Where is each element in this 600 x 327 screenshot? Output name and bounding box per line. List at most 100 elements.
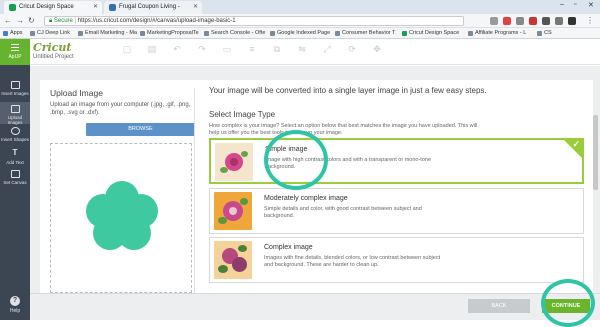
- bookmark-item[interactable]: MarketingProposalTe: [140, 30, 199, 36]
- bookmark-icon: [402, 31, 407, 36]
- align-icon[interactable]: ≡: [245, 44, 259, 58]
- extension-icon[interactable]: [516, 17, 524, 25]
- bookmark-label: MarketingProposalTe: [147, 30, 199, 36]
- bookmark-item[interactable]: CS: [537, 30, 552, 36]
- bookmark-icon: [537, 31, 542, 36]
- bookmark-item[interactable]: Search Console - Ofte: [204, 30, 265, 36]
- conversion-headline: Your image will be converted into a sing…: [209, 86, 487, 95]
- bookmark-item[interactable]: Email Marketing - Ma: [78, 30, 137, 36]
- sidebar-item-upload-images[interactable]: Upload Images: [0, 102, 30, 125]
- extension-icon[interactable]: [568, 17, 576, 25]
- bookmark-icon: [78, 31, 83, 36]
- option-description: Simple details and color, with good cont…: [264, 206, 422, 219]
- close-tab-icon[interactable]: ✕: [93, 3, 98, 10]
- bookmark-icon: [270, 31, 275, 36]
- cast-icon[interactable]: [490, 17, 498, 25]
- tab-frugal-coupon[interactable]: Frugal Coupon Living - ✕: [104, 1, 202, 14]
- close-tab-icon[interactable]: ✕: [193, 3, 198, 10]
- highlight-circle-simple-image: [264, 130, 328, 190]
- option-title: Moderately complex image: [264, 195, 348, 202]
- redo-icon[interactable]: ↷: [195, 44, 209, 58]
- bookmark-icon: [468, 31, 473, 36]
- hamburger-icon: [11, 44, 19, 51]
- bookmark-item[interactable]: Cricut Design Space: [402, 30, 459, 36]
- cricut-favicon-icon: [9, 4, 16, 11]
- arrange-icon[interactable]: ⧉: [270, 44, 284, 58]
- moderate-image-thumbnail: [214, 192, 252, 230]
- secure-label: Secure: [53, 18, 73, 24]
- maximize-icon[interactable]: ▫: [574, 1, 576, 8]
- menu-label: ApUP: [8, 54, 22, 60]
- option-description: Images with fine details, blended colors…: [264, 255, 441, 268]
- apps-grid-icon: [3, 31, 8, 36]
- size-icon[interactable]: ⤢: [320, 44, 334, 58]
- bookmark-label: Cricut Design Space: [409, 30, 460, 36]
- select-icon[interactable]: ▭: [220, 44, 234, 58]
- sidebar-item-insert-images[interactable]: Insert Images: [0, 81, 30, 96]
- extension-icon[interactable]: [529, 17, 537, 25]
- pinterest-icon[interactable]: [503, 17, 511, 25]
- back-arrow-icon[interactable]: ←: [4, 16, 12, 25]
- bookmark-item[interactable]: CJ Deep Link: [30, 30, 70, 36]
- option-moderately-complex-image[interactable]: Moderately complex image Simple details …: [209, 188, 584, 234]
- sidebar-item-label: Insert Images: [1, 91, 29, 96]
- undo-icon[interactable]: ↶: [170, 44, 184, 58]
- help-label: Help: [9, 308, 21, 314]
- rotate-icon[interactable]: ⟳: [345, 44, 359, 58]
- select-image-type-description: How complex is your image? Select an opt…: [209, 123, 478, 136]
- bookmark-label: Consumer Behavior T: [342, 30, 396, 36]
- upload-image-title: Upload Image: [50, 88, 103, 98]
- canvas-icon: [10, 170, 20, 178]
- position-icon[interactable]: ✥: [370, 44, 384, 58]
- shapes-icon: [10, 127, 20, 135]
- project-name[interactable]: Untitled Project: [33, 54, 74, 60]
- sidebar-item-set-canvas[interactable]: Set Canvas: [0, 170, 30, 185]
- left-sidebar: ApUP Insert Images Upload Images Insert …: [0, 39, 30, 320]
- tab-cricut-design-space[interactable]: Cricut Design Space ✕: [4, 1, 102, 14]
- save-icon[interactable]: ▤: [145, 44, 159, 58]
- bookmark-apps[interactable]: Apps: [3, 30, 23, 36]
- close-window-icon[interactable]: ✕: [588, 1, 594, 9]
- sidebar-item-label: Upload Images: [7, 115, 23, 125]
- browser-menu-icon[interactable]: ⋮: [586, 16, 594, 25]
- sidebar-item-label: Set Canvas: [3, 180, 27, 185]
- bookmark-item[interactable]: Consumer Behavior T: [335, 30, 395, 36]
- image-icon: [10, 81, 20, 89]
- text-t-icon: T: [12, 148, 18, 157]
- bookmark-label: Search Console - Ofte: [211, 30, 266, 36]
- url-input[interactable]: 🔒︎ Secure | https://us.cricut.com/design…: [44, 16, 464, 26]
- bookmark-icon: [204, 31, 209, 36]
- bookmark-icon: [335, 31, 340, 36]
- sidebar-item-add-text[interactable]: T Add Text: [0, 148, 30, 166]
- bookmark-label: CJ Deep Link: [37, 30, 71, 36]
- reload-icon[interactable]: ↻: [28, 16, 35, 25]
- extension-icon[interactable]: [542, 17, 550, 25]
- bookmark-icon: [30, 31, 35, 36]
- flip-icon[interactable]: ⇋: [295, 44, 309, 58]
- browser-tab-bar: Cricut Design Space ✕ Frugal Coupon Livi…: [0, 0, 600, 14]
- flower-shape-preview: [86, 181, 158, 250]
- forward-arrow-icon[interactable]: →: [16, 16, 24, 25]
- extension-icon[interactable]: [555, 17, 563, 25]
- bookmark-item[interactable]: Affiliate Programs - L: [468, 30, 526, 36]
- sidebar-item-insert-shapes[interactable]: Insert Shapes: [0, 127, 30, 142]
- bookmark-label: Email Marketing - Ma: [85, 30, 137, 36]
- simple-image-thumbnail: [215, 143, 253, 181]
- bookmark-item[interactable]: Google Indexed Page: [270, 30, 330, 36]
- help-icon: ?: [10, 296, 20, 306]
- app-header: Cricut Untitled Project ▢ ▤ ↶ ↷ ▭ ≡ ⧉ ⇋ …: [0, 39, 600, 65]
- menu-button[interactable]: ApUP: [0, 39, 30, 65]
- bookmark-icon: [140, 31, 145, 36]
- panel-divider: [194, 88, 195, 293]
- bookmark-label: Apps: [10, 30, 23, 36]
- back-button[interactable]: BACK: [468, 299, 530, 313]
- url-text: https://us.cricut.com/design/#/canvas/up…: [77, 18, 236, 24]
- minimize-icon[interactable]: –: [560, 1, 564, 8]
- new-icon[interactable]: ▢: [120, 44, 134, 58]
- site-favicon-icon: [109, 4, 116, 11]
- scrollbar[interactable]: [593, 115, 598, 190]
- help-button[interactable]: ? Help: [0, 296, 30, 314]
- browse-button[interactable]: BROWSE: [86, 123, 195, 136]
- select-image-type-heading: Select Image Type: [209, 110, 276, 119]
- option-complex-image[interactable]: Complex image Images with fine details, …: [209, 237, 584, 283]
